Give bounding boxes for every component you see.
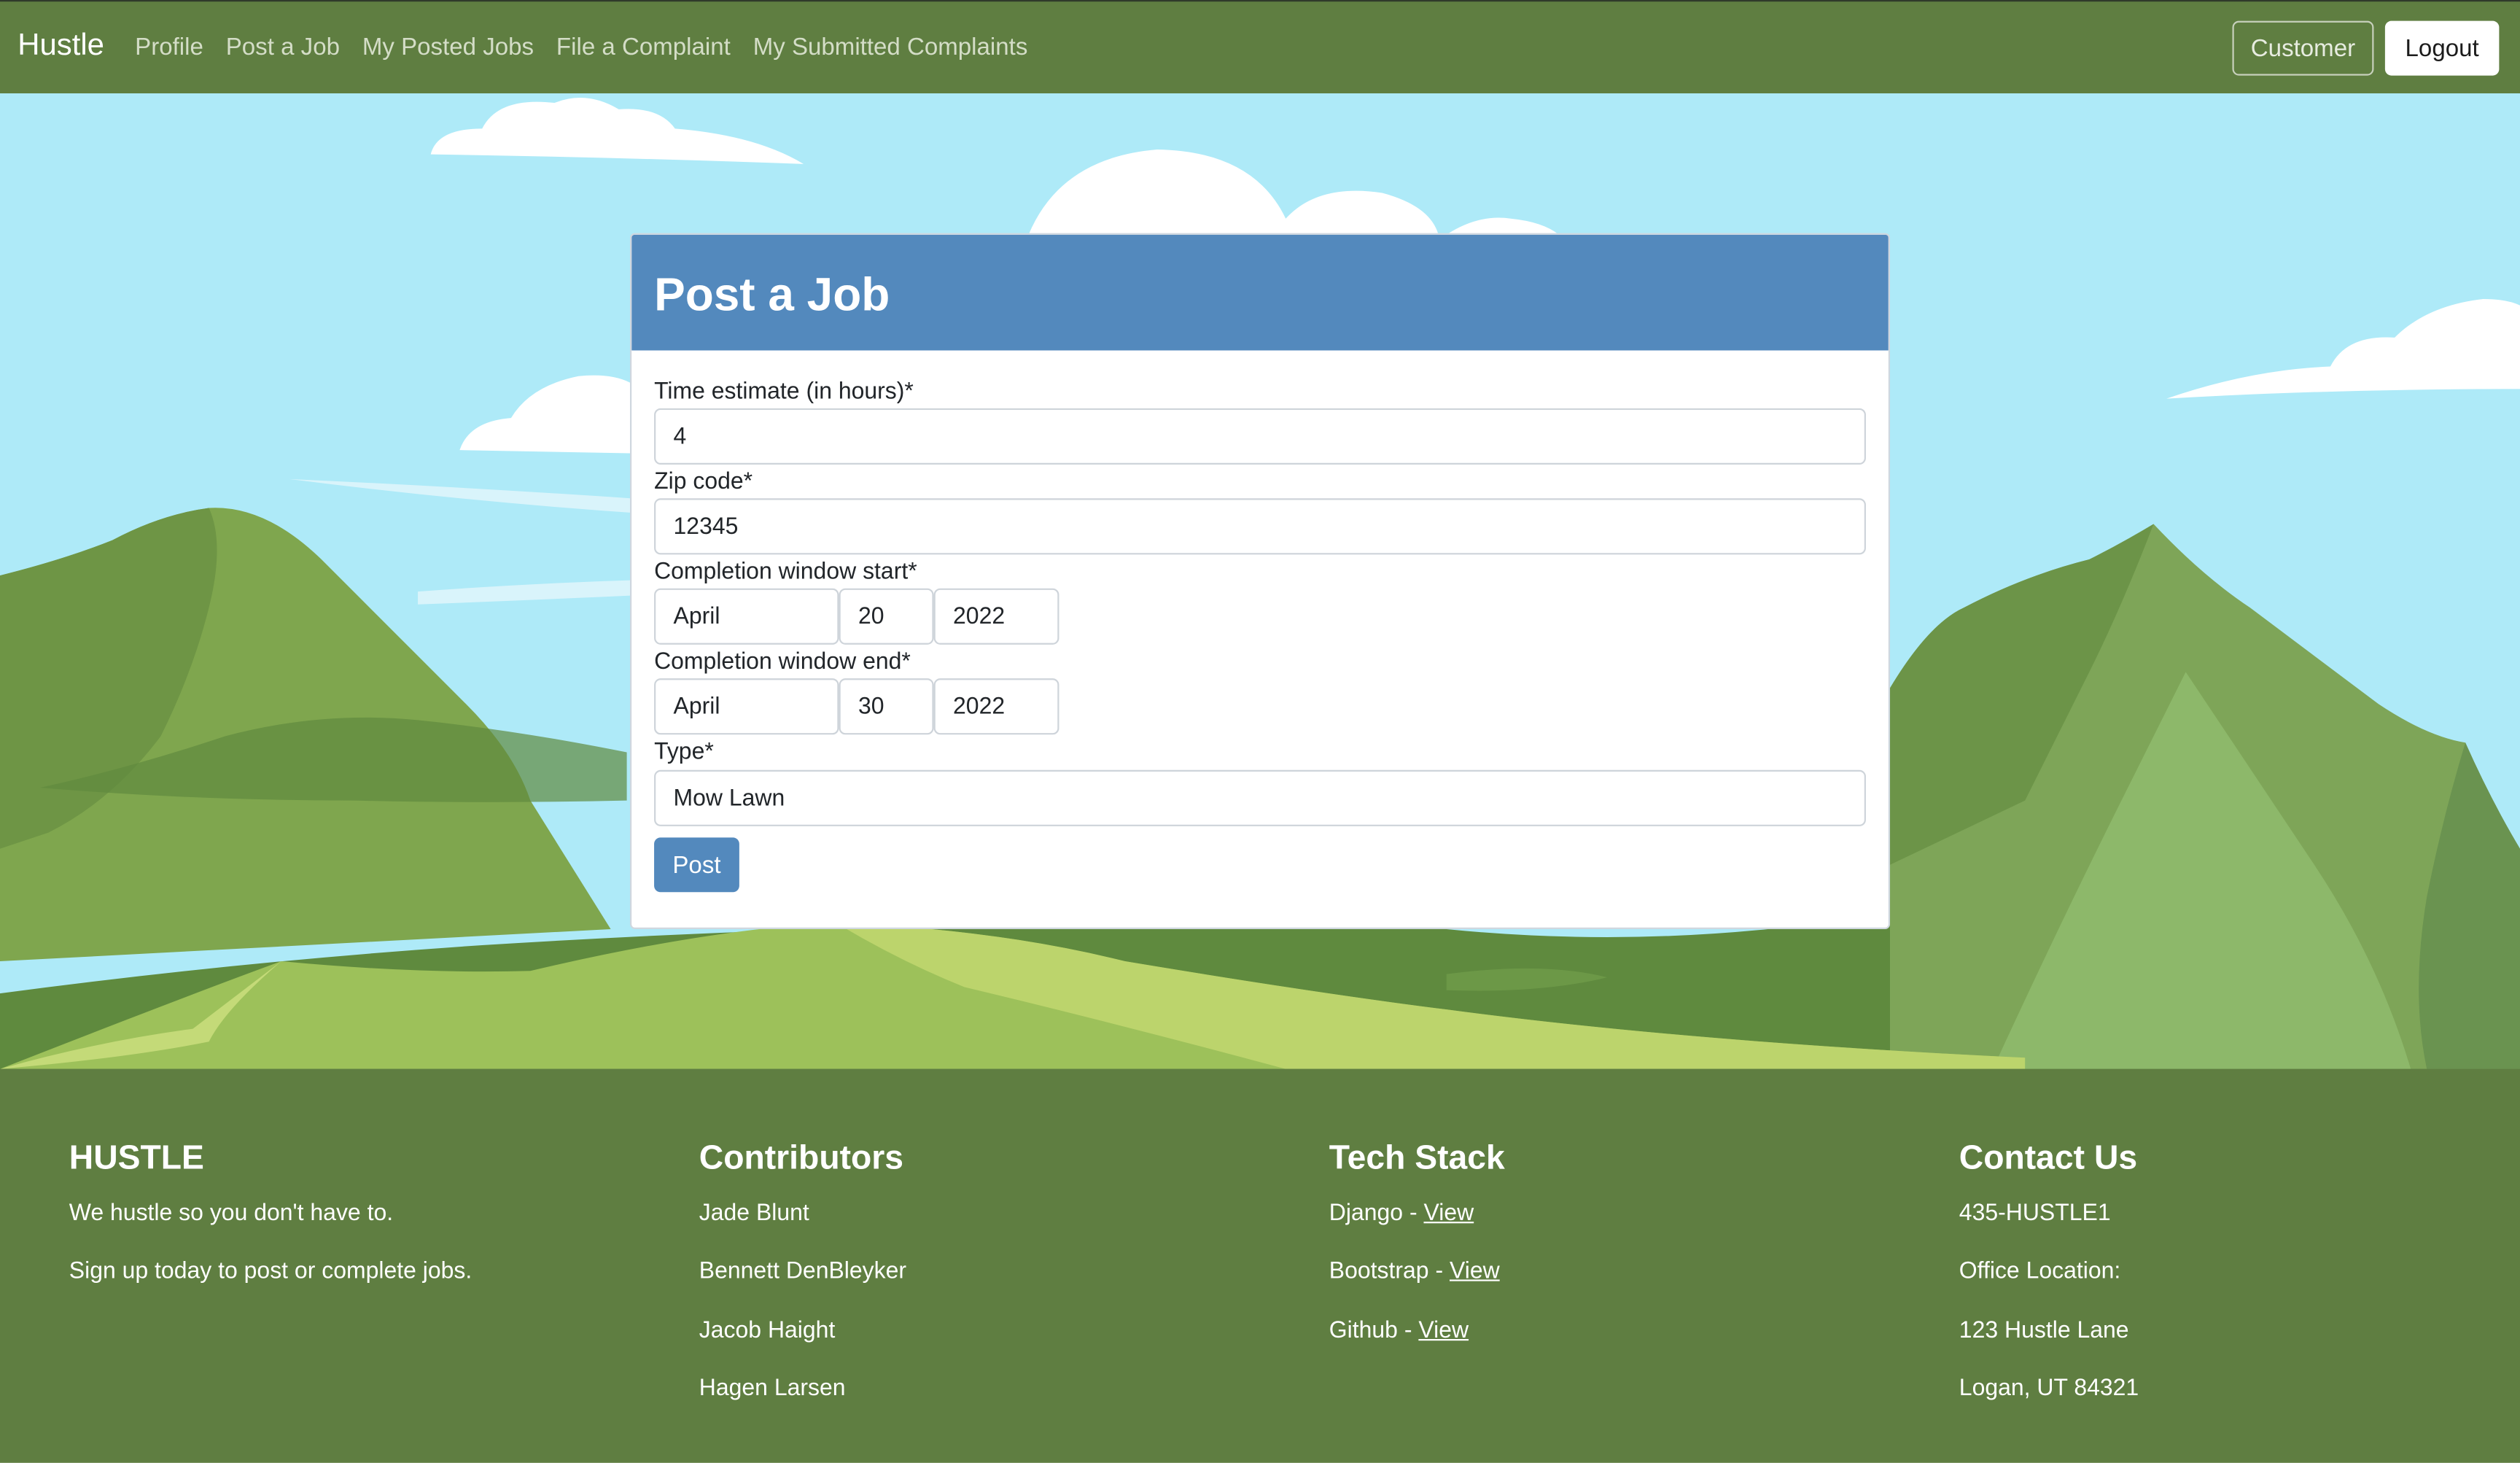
django-view-link[interactable]: View (1423, 1200, 1474, 1226)
footer-cta: Sign up today to post or complete jobs. (69, 1259, 472, 1285)
nav-link-post-a-job[interactable]: Post a Job (226, 34, 340, 61)
completion-start-label: Completion window start* (654, 559, 917, 586)
end-year-select[interactable]: 2022 (933, 678, 1059, 735)
completion-end-label: Completion window end* (654, 649, 911, 675)
start-year-select[interactable]: 2022 (933, 588, 1059, 645)
end-day-select[interactable]: 30 (839, 678, 934, 735)
post-job-card: Post a Job Time estimate (in hours)* 4 Z… (630, 233, 1891, 929)
tech-stack-heading: Tech Stack (1329, 1139, 1505, 1177)
tech-name: Bootstrap - (1329, 1259, 1450, 1285)
tech-name: Django - (1329, 1200, 1424, 1227)
github-view-link[interactable]: View (1418, 1317, 1469, 1343)
nav-link-my-posted-jobs[interactable]: My Posted Jobs (362, 34, 534, 61)
start-day-select[interactable]: 20 (839, 588, 934, 645)
tech-item-django: Django - View (1329, 1200, 1505, 1259)
contributor-name: Jade Blunt (699, 1200, 809, 1227)
nav-link-my-submitted-complaints[interactable]: My Submitted Complaints (753, 34, 1028, 61)
contributors-heading: Contributors (699, 1139, 904, 1177)
office-street: 123 Hustle Lane (1959, 1317, 2129, 1343)
page-title: Post a Job (654, 270, 890, 322)
contributor-name: Hagen Larsen (699, 1375, 846, 1402)
office-city: Logan, UT 84321 (1959, 1375, 2139, 1402)
office-location-label: Office Location: (1959, 1259, 2121, 1285)
zip-code-label: Zip code* (654, 469, 753, 495)
bootstrap-view-link[interactable]: View (1450, 1259, 1500, 1284)
contact-phone: 435-HUSTLE1 (1959, 1200, 2111, 1227)
nav-link-profile[interactable]: Profile (135, 34, 203, 61)
logout-button[interactable]: Logout (2384, 20, 2500, 76)
footer-contact-column: Contact Us 435-HUSTLE1 Office Location: … (1959, 1140, 2139, 1435)
page: Hustle Profile Post a Job My Posted Jobs… (0, 0, 2520, 1463)
contributor-name: Jacob Haight (699, 1317, 836, 1343)
card-header: Post a Job (631, 234, 1889, 351)
contact-heading: Contact Us (1959, 1139, 2138, 1177)
tech-name: Github - (1329, 1317, 1419, 1343)
footer-brand-heading: HUSTLE (69, 1139, 204, 1177)
brand-logo[interactable]: Hustle (18, 29, 104, 64)
tech-item-bootstrap: Bootstrap - View (1329, 1259, 1505, 1317)
footer: HUSTLE We hustle so you don't have to. S… (0, 1068, 2520, 1463)
footer-tech-stack-column: Tech Stack Django - View Bootstrap - Vie… (1329, 1140, 1505, 1376)
tech-item-github: Github - View (1329, 1317, 1505, 1375)
footer-tagline: We hustle so you don't have to. (69, 1200, 394, 1227)
nav-link-file-a-complaint[interactable]: File a Complaint (556, 34, 731, 61)
customer-role-button[interactable]: Customer (2232, 20, 2374, 76)
nav-links: Profile Post a Job My Posted Jobs File a… (135, 34, 1050, 61)
time-estimate-label: Time estimate (in hours)* (654, 379, 914, 405)
post-button[interactable]: Post (654, 837, 739, 893)
footer-contributors-column: Contributors Jade Blunt Bennett DenBleyk… (699, 1140, 906, 1435)
start-month-select[interactable]: April (654, 588, 839, 645)
end-month-select[interactable]: April (654, 678, 839, 735)
navbar: Hustle Profile Post a Job My Posted Jobs… (0, 0, 2520, 93)
type-label: Type* (654, 739, 714, 766)
contributor-name: Bennett DenBleyker (699, 1259, 907, 1285)
zip-code-input[interactable]: 12345 (654, 498, 1866, 555)
type-select[interactable]: Mow Lawn (654, 769, 1866, 826)
footer-brand-column: HUSTLE We hustle so you don't have to. S… (69, 1140, 472, 1318)
time-estimate-input[interactable]: 4 (654, 408, 1866, 465)
